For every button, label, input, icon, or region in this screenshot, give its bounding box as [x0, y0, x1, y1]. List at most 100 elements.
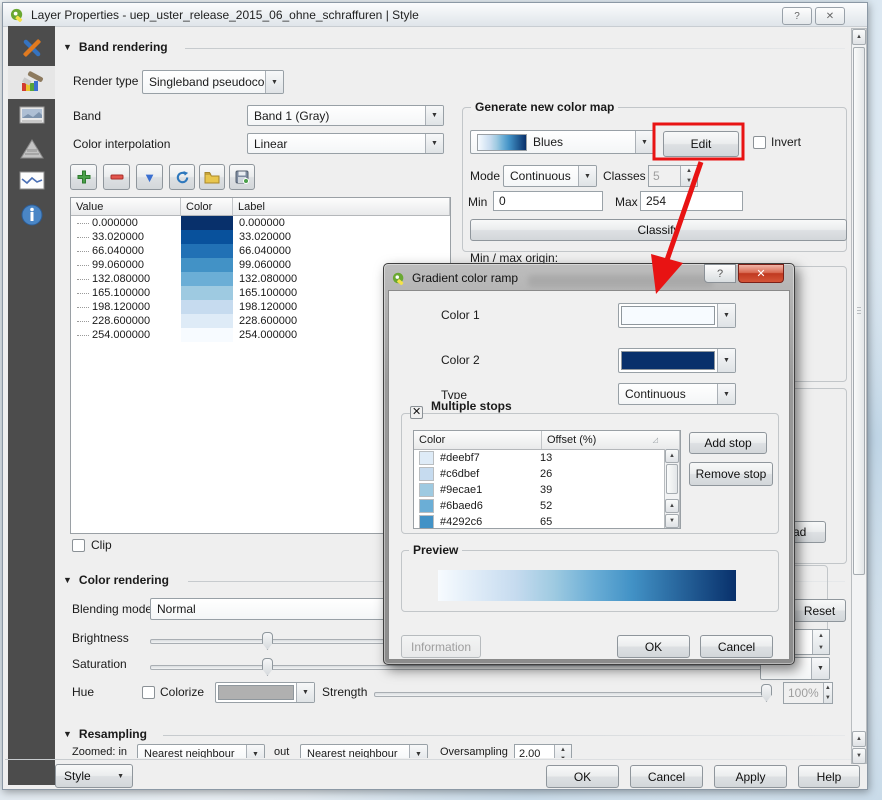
sidebar-item-metadata[interactable] — [8, 198, 55, 231]
style-menu-button[interactable]: Style ▼ — [55, 764, 133, 788]
type-combo[interactable]: Continuous ▼ — [618, 383, 736, 405]
spin-down-icon[interactable]: ▼ — [555, 754, 571, 758]
invert-checkbox[interactable] — [753, 136, 766, 149]
brightness-slider-thumb[interactable] — [262, 632, 273, 650]
scroll-up-icon[interactable]: ▲ — [665, 499, 679, 513]
stop-row[interactable]: #9ecae139 — [414, 482, 680, 498]
cancel-button[interactable]: Cancel — [630, 765, 703, 788]
gradient-dialog-help-button[interactable]: ? — [704, 264, 736, 283]
spin-up-icon[interactable]: ▲ — [681, 166, 697, 176]
colorize-color-button[interactable]: ▼ — [215, 682, 315, 703]
render-type-combo[interactable]: Singleband pseudocolor ▼ — [142, 70, 284, 94]
value-column-header[interactable]: Value — [71, 198, 181, 215]
spin-up-icon[interactable]: ▲ — [813, 630, 829, 642]
color-interpolation-combo[interactable]: Linear ▼ — [247, 133, 444, 154]
scroll-up-icon[interactable]: ▲ — [852, 29, 866, 45]
table-row[interactable]: 0.0000000.000000 — [71, 216, 450, 230]
mode-combo[interactable]: Continuous ▼ — [503, 165, 597, 187]
spin-down-icon[interactable]: ▼ — [824, 693, 832, 703]
dialog-ok-button[interactable]: OK — [617, 635, 690, 658]
stop-row[interactable]: #deebf713 — [414, 450, 680, 466]
stop-row[interactable]: #c6dbef26 — [414, 466, 680, 482]
color-cell[interactable] — [181, 314, 233, 328]
ok-button[interactable]: OK — [546, 765, 619, 788]
spin-up-icon[interactable]: ▲ — [824, 683, 832, 693]
save-color-map-button[interactable] — [229, 164, 255, 190]
value-table-header[interactable]: Value Color Label — [71, 198, 450, 216]
scroll-up-icon[interactable]: ▲ — [852, 731, 866, 747]
label-column-header[interactable]: Label — [233, 198, 450, 215]
scroll-down-icon[interactable]: ▼ — [665, 514, 679, 528]
edit-ramp-button[interactable]: Edit — [663, 131, 739, 157]
color2-button[interactable]: ▼ — [618, 348, 736, 373]
saturation-slider-thumb[interactable] — [262, 658, 273, 676]
sidebar-item-pyramids[interactable] — [8, 132, 55, 165]
classes-spinner[interactable]: 5 ▲▼ — [648, 165, 698, 187]
gradient-dialog-close-button[interactable]: ✕ — [738, 264, 784, 283]
stop-row[interactable]: #4292c665 — [414, 514, 680, 529]
stops-color-header[interactable]: Color — [414, 431, 542, 449]
color-cell[interactable] — [181, 258, 233, 272]
color-ramp-combo[interactable]: Blues ▼ — [470, 130, 654, 154]
color-cell[interactable] — [181, 328, 233, 342]
scroll-up-icon[interactable]: ▲ — [665, 449, 679, 463]
scroll-down-icon[interactable]: ▼ — [852, 748, 866, 764]
saturation-slider[interactable] — [150, 665, 770, 670]
stop-row[interactable]: #6baed652 — [414, 498, 680, 514]
resampling-header[interactable]: ▼ Resampling — [63, 727, 147, 741]
stops-table-body[interactable]: #deebf713#c6dbef26#9ecae139#6baed652#429… — [414, 450, 680, 529]
clip-checkbox[interactable] — [72, 539, 85, 552]
window-close-button[interactable]: ✕ — [815, 7, 845, 25]
stops-table[interactable]: Color Offset (%) ◿ #deebf713#c6dbef26#9e… — [413, 430, 681, 529]
stops-scrollbar[interactable]: ▲ ▲ ▼ — [664, 449, 680, 529]
strength-spinner[interactable]: 100% ▲▼ — [783, 682, 833, 704]
sidebar-item-transparency[interactable] — [8, 100, 55, 133]
dialog-cancel-button[interactable]: Cancel — [700, 635, 773, 658]
add-stop-button[interactable]: Add stop — [689, 432, 767, 454]
colorize-checkbox[interactable] — [142, 686, 155, 699]
reset-button[interactable]: Reset — [793, 599, 846, 622]
remove-value-button[interactable] — [103, 164, 130, 190]
zoomed-out-combo[interactable]: Nearest neighbour ▼ — [300, 744, 428, 758]
zoomed-in-combo[interactable]: Nearest neighbour ▼ — [137, 744, 265, 758]
refresh-values-button[interactable] — [169, 164, 195, 190]
sort-values-button[interactable]: ▼ — [136, 164, 163, 190]
main-scrollbar-thumb[interactable] — [853, 47, 865, 575]
strength-slider[interactable] — [374, 692, 771, 697]
multiple-stops-checkbox[interactable] — [410, 406, 423, 419]
color1-button[interactable]: ▼ — [618, 303, 736, 328]
color-cell[interactable] — [181, 216, 233, 230]
stops-offset-header[interactable]: Offset (%) ◿ — [542, 431, 680, 449]
sidebar-item-general[interactable] — [8, 31, 55, 64]
max-input[interactable]: 254 — [640, 191, 743, 211]
table-row[interactable]: 33.02000033.020000 — [71, 230, 450, 244]
spin-down-icon[interactable]: ▼ — [813, 642, 829, 654]
band-combo[interactable]: Band 1 (Gray) ▼ — [247, 105, 444, 126]
band-rendering-header[interactable]: ▼ Band rendering — [63, 40, 168, 54]
color-column-header[interactable]: Color — [181, 198, 233, 215]
color-rendering-header[interactable]: ▼ Color rendering — [63, 573, 169, 587]
sidebar-item-style[interactable] — [8, 66, 55, 99]
load-color-map-button[interactable] — [199, 164, 225, 190]
strength-slider-thumb[interactable] — [761, 684, 772, 702]
remove-stop-button[interactable]: Remove stop — [689, 462, 773, 486]
apply-button[interactable]: Apply — [714, 765, 787, 788]
sidebar-item-histogram[interactable] — [8, 164, 55, 197]
stops-scrollbar-thumb[interactable] — [666, 464, 678, 494]
color-cell[interactable] — [181, 272, 233, 286]
information-button[interactable]: Information — [401, 635, 481, 658]
help-button[interactable]: Help — [798, 765, 860, 788]
stops-table-header[interactable]: Color Offset (%) ◿ — [414, 431, 680, 450]
window-titlebar[interactable]: Layer Properties - uep_uster_release_201… — [3, 3, 867, 27]
main-scrollbar[interactable]: ▲ ▲ ▼ — [851, 28, 867, 764]
spin-up-icon[interactable]: ▲ — [555, 745, 571, 754]
oversampling-spinner[interactable]: 2.00 ▲▼ — [514, 744, 572, 758]
add-value-button[interactable] — [70, 164, 97, 190]
window-help-button[interactable]: ? — [782, 7, 812, 25]
color-cell[interactable] — [181, 300, 233, 314]
table-row[interactable]: 66.04000066.040000 — [71, 244, 450, 258]
color-cell[interactable] — [181, 286, 233, 300]
classify-button[interactable]: Classify — [470, 219, 847, 241]
color-cell[interactable] — [181, 244, 233, 258]
color-cell[interactable] — [181, 230, 233, 244]
